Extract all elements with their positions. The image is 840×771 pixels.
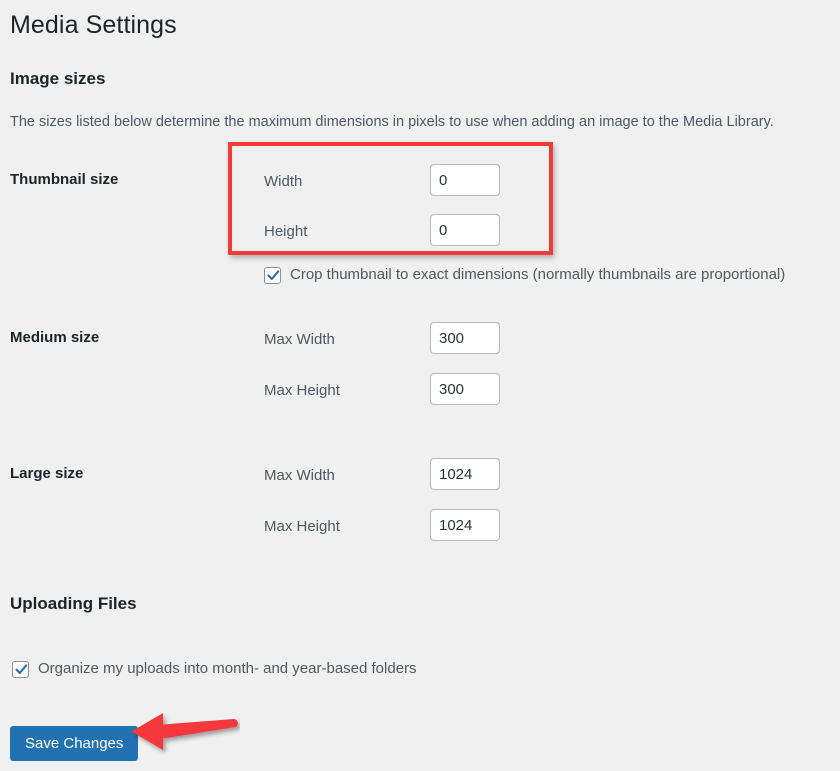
medium-max-height-input[interactable] [430, 373, 500, 405]
image-sizes-description: The sizes listed below determine the max… [10, 114, 774, 130]
crop-thumbnail-label: Crop thumbnail to exact dimensions (norm… [290, 266, 786, 283]
medium-max-width-input[interactable] [430, 322, 500, 354]
page-title: Media Settings [10, 11, 177, 39]
thumbnail-height-input[interactable] [430, 214, 500, 246]
media-settings-page: Media Settings Image sizes The sizes lis… [0, 0, 840, 771]
organize-uploads-label: Organize my uploads into month- and year… [38, 660, 417, 677]
row-label-large-size: Large size [10, 465, 84, 482]
section-heading-image-sizes: Image sizes [10, 69, 106, 88]
field-label-medium-max-height: Max Height [264, 382, 340, 399]
annotation-arrow-icon [131, 713, 238, 750]
row-label-medium-size: Medium size [10, 329, 100, 346]
thumbnail-width-input[interactable] [430, 164, 500, 196]
checkbox-checked-icon[interactable] [264, 266, 281, 284]
field-label-large-max-width: Max Width [264, 467, 335, 484]
organize-uploads-checkbox-row[interactable]: Organize my uploads into month- and year… [12, 659, 417, 679]
checkbox-checked-icon[interactable] [12, 660, 29, 678]
large-max-width-input[interactable] [430, 458, 500, 490]
save-changes-button[interactable]: Save Changes [10, 726, 139, 761]
crop-thumbnail-checkbox-row[interactable]: Crop thumbnail to exact dimensions (norm… [264, 265, 785, 285]
field-label-medium-max-width: Max Width [264, 331, 335, 348]
field-label-thumbnail-height: Height [264, 223, 308, 240]
section-heading-uploading-files: Uploading Files [10, 594, 137, 613]
field-label-large-max-height: Max Height [264, 518, 340, 535]
field-label-thumbnail-width: Width [264, 173, 303, 190]
row-label-thumbnail-size: Thumbnail size [10, 171, 119, 188]
large-max-height-input[interactable] [430, 509, 500, 541]
